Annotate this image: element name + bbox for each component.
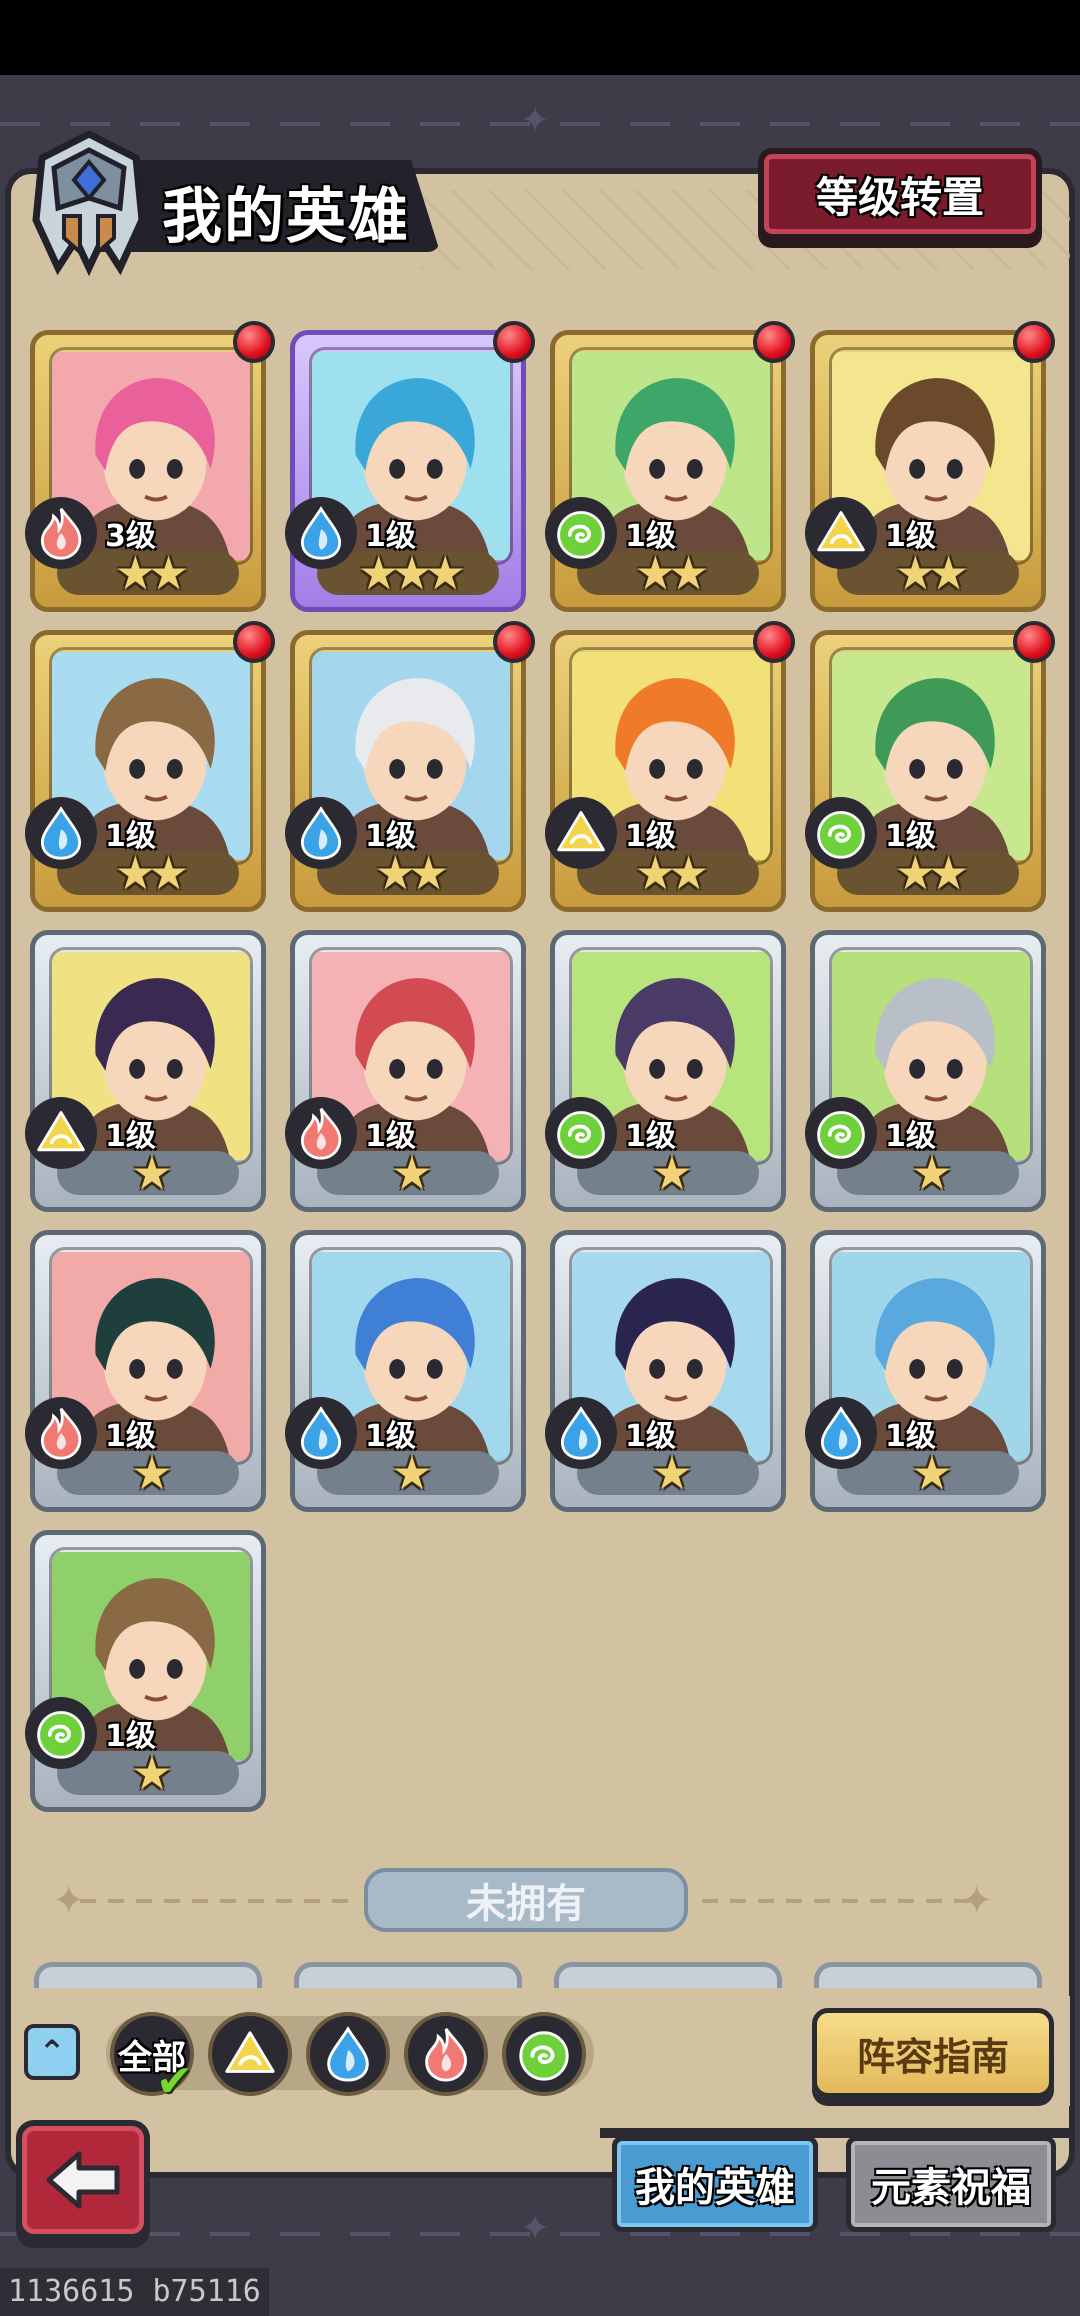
notification-dot (233, 321, 275, 363)
hero-card[interactable]: ★ 1级 (805, 930, 1046, 1212)
filter-fire-button[interactable] (404, 2012, 488, 2096)
hero-card[interactable]: ★★ 1级 (805, 321, 1055, 612)
chevron-up-icon: ⌃ (38, 2033, 66, 2071)
wind-element-icon (545, 497, 617, 569)
notification-dot (493, 621, 535, 663)
divider-star-icon: ✦ (960, 1878, 994, 1924)
notification-dot (493, 321, 535, 363)
check-icon: ✔ (156, 2056, 193, 2107)
status-bar (0, 0, 1080, 75)
hero-card[interactable]: ★ 1级 (285, 1230, 526, 1512)
earth-element-icon (805, 497, 877, 569)
hero-level: 1级 (625, 1419, 676, 1454)
filter-all-button[interactable]: 全部 ✔ (110, 2012, 194, 2107)
wind-element-icon (519, 2031, 569, 2081)
unowned-hero-card[interactable] (34, 1962, 262, 1988)
hero-level: 1级 (365, 519, 416, 554)
hero-level: 1级 (105, 1119, 156, 1154)
hero-level: 1级 (365, 1419, 416, 1454)
hero-level: 1级 (625, 819, 676, 854)
unowned-section-label: 未拥有 (364, 1868, 688, 1932)
divider-line-left (80, 1899, 350, 1903)
divider-star-icon: ✦ (52, 1878, 86, 1924)
filter-water-button[interactable] (306, 2012, 390, 2096)
water-element-icon (327, 2026, 369, 2082)
tab-my-heroes[interactable]: 我的英雄 (612, 2136, 818, 2232)
notification-dot (1013, 321, 1055, 363)
hero-level: 3级 (105, 519, 156, 554)
water-element-icon (285, 1397, 357, 1469)
helmet-icon (32, 130, 146, 277)
unowned-hero-card[interactable] (814, 1962, 1042, 1988)
hero-level: 1级 (885, 1119, 936, 1154)
water-element-icon (285, 797, 357, 869)
filter-earth-button[interactable] (208, 2012, 292, 2096)
wind-element-icon (805, 797, 877, 869)
build-id-text: 1136615 b75116 (0, 2268, 269, 2316)
hero-card[interactable]: ★★ 1级 (545, 321, 795, 612)
hero-card[interactable]: ★★ 1级 (25, 621, 275, 912)
background-star-icon: ✦ (520, 100, 551, 141)
hero-card[interactable]: ★★ 1级 (805, 621, 1055, 912)
notification-dot (753, 321, 795, 363)
notification-dot (233, 621, 275, 663)
hero-card[interactable]: ★ 1级 (285, 930, 526, 1212)
tab-element-blessing[interactable]: 元素祝福 (846, 2136, 1056, 2232)
level-transfer-button[interactable]: 等级转置 (758, 148, 1042, 240)
filter-wind-button[interactable] (502, 2012, 586, 2096)
hero-level: 1级 (625, 1119, 676, 1154)
fire-element-icon (425, 2028, 467, 2082)
earth-element-icon (545, 797, 617, 869)
back-arrow-icon (46, 2151, 120, 2209)
hero-level: 1级 (365, 1119, 416, 1154)
hero-card[interactable]: ★★ 3级 (25, 321, 275, 612)
hero-level: 1级 (105, 819, 156, 854)
collapse-button[interactable]: ⌃ (24, 2024, 80, 2080)
earth-element-icon (225, 2031, 275, 2073)
hero-level: 1级 (105, 1419, 156, 1454)
hero-card[interactable]: ★ 1级 (545, 930, 786, 1212)
hero-level: 1级 (885, 1419, 936, 1454)
hero-card[interactable]: ★★★ 1级 (285, 321, 535, 612)
page-title: 我的英雄 (162, 182, 410, 252)
water-element-icon (25, 797, 97, 869)
hero-card[interactable]: ★ 1级 (25, 1230, 266, 1512)
fire-element-icon (25, 1397, 97, 1469)
back-button[interactable] (16, 2120, 150, 2240)
hero-card[interactable]: ★ 1级 (25, 930, 266, 1212)
fire-element-icon (285, 1097, 357, 1169)
notification-dot (753, 621, 795, 663)
wind-element-icon (805, 1097, 877, 1169)
hero-card[interactable]: ★★ 1级 (545, 621, 795, 912)
water-element-icon (545, 1397, 617, 1469)
fire-element-icon (25, 497, 97, 569)
hero-level: 1级 (625, 519, 676, 554)
team-guide-button[interactable]: 阵容指南 (812, 2008, 1054, 2098)
wind-element-icon (545, 1097, 617, 1169)
divider-line-right (702, 1899, 972, 1903)
hero-card[interactable]: ★★ 1级 (285, 621, 535, 912)
hero-level: 1级 (885, 519, 936, 554)
notification-dot (1013, 621, 1055, 663)
earth-element-icon (25, 1097, 97, 1169)
background-star-icon-bottom: ✦ (520, 2208, 551, 2249)
hero-card[interactable]: ★ 1级 (545, 1230, 786, 1512)
water-element-icon (285, 497, 357, 569)
unowned-hero-card[interactable] (554, 1962, 782, 1988)
hero-level: 1级 (885, 819, 936, 854)
hero-level: 1级 (105, 1719, 156, 1754)
unowned-hero-card[interactable] (294, 1962, 522, 1988)
hero-card[interactable]: ★ 1级 (25, 1530, 266, 1812)
hero-card[interactable]: ★ 1级 (805, 1230, 1046, 1512)
hero-level: 1级 (365, 819, 416, 854)
water-element-icon (805, 1397, 877, 1469)
wind-element-icon (25, 1697, 97, 1769)
